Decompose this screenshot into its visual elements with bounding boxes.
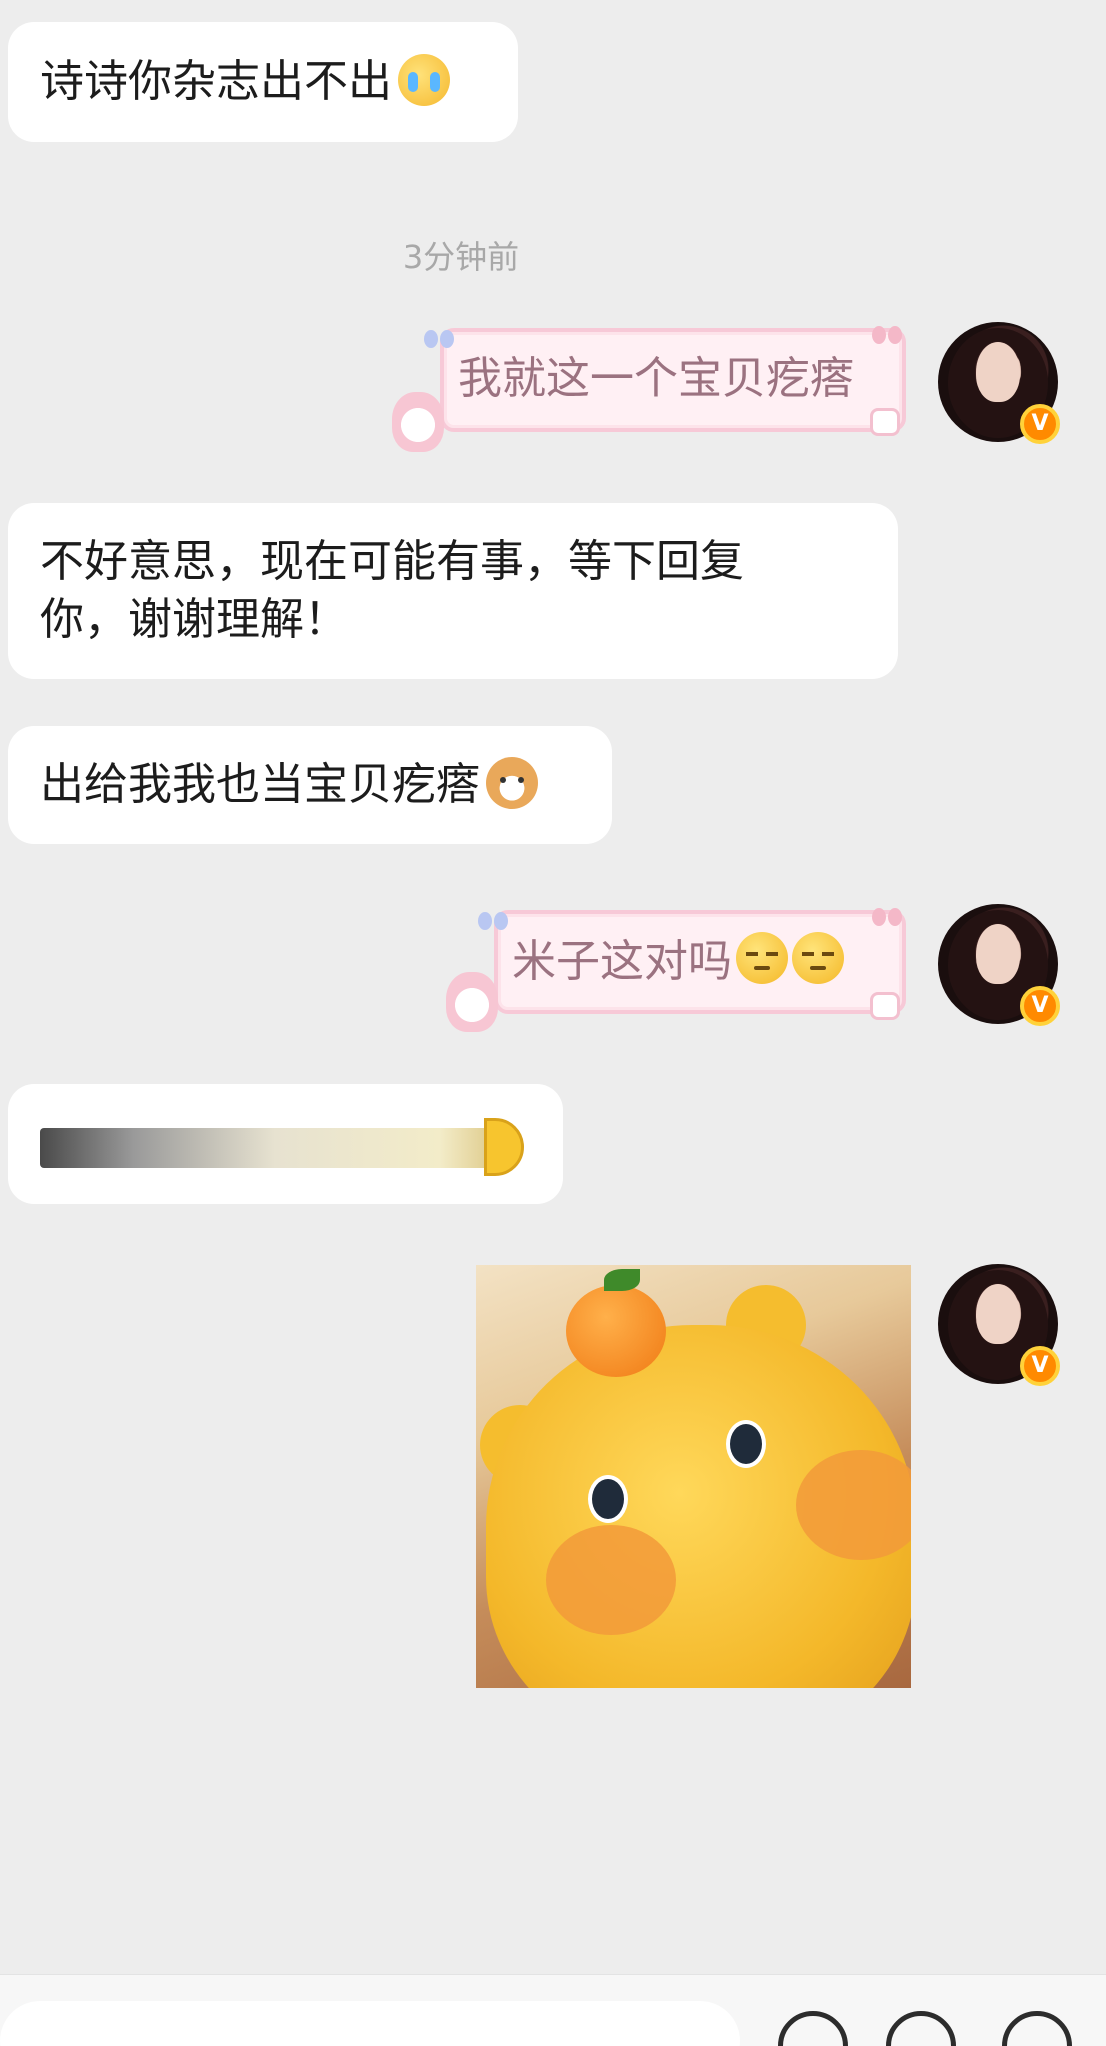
avatar[interactable]: V bbox=[938, 1264, 1060, 1386]
plus-icon[interactable] bbox=[1002, 2011, 1072, 2046]
avatar-face bbox=[976, 924, 1020, 984]
message-bubble-outgoing[interactable]: 米子这对吗 bbox=[494, 910, 906, 1014]
bow-decoration-icon bbox=[872, 908, 902, 928]
input-bar bbox=[0, 1974, 1106, 2046]
orange-icon bbox=[566, 1285, 666, 1377]
message-text: 诗诗你杂志出不出 bbox=[40, 56, 392, 107]
message-bubble-outgoing[interactable]: 我就这一个宝贝疙瘩 bbox=[440, 328, 906, 432]
bow-decoration-icon bbox=[424, 330, 454, 350]
verified-badge-icon: V bbox=[1020, 1346, 1060, 1386]
melody-sticker-icon bbox=[446, 972, 498, 1032]
verified-badge-icon: V bbox=[1020, 986, 1060, 1026]
message-text: 我就这一个宝贝疙瘩 bbox=[458, 353, 854, 404]
melody-sticker-icon bbox=[392, 392, 444, 452]
bow-decoration-icon bbox=[478, 912, 508, 932]
bow-decoration-icon bbox=[872, 326, 902, 346]
smirking-face-icon bbox=[736, 932, 788, 984]
heart-decoration-icon bbox=[870, 992, 900, 1020]
dog-face-icon bbox=[486, 757, 538, 809]
emoji-icon[interactable] bbox=[778, 2011, 848, 2046]
leaf-icon bbox=[604, 1269, 640, 1291]
timestamp: 3分钟前 bbox=[402, 238, 520, 276]
message-input[interactable] bbox=[0, 2001, 740, 2046]
message-text: 米子这对吗 bbox=[512, 936, 732, 987]
message-bubble-incoming[interactable]: 不好意思，现在可能有事，等下回复 你，谢谢理解！ bbox=[8, 503, 898, 679]
smirking-face-icon bbox=[792, 932, 844, 984]
message-bubble-incoming[interactable]: 诗诗你杂志出不出 bbox=[8, 22, 518, 142]
message-bubble-incoming[interactable]: 出给我我也当宝贝疙瘩 bbox=[8, 726, 612, 844]
avatar[interactable]: V bbox=[938, 904, 1060, 1026]
avatar-face bbox=[976, 1284, 1020, 1344]
bear-eye bbox=[588, 1475, 628, 1523]
avatar[interactable]: V bbox=[938, 322, 1060, 444]
bear-eye bbox=[726, 1420, 766, 1468]
verified-badge-icon: V bbox=[1020, 404, 1060, 444]
message-text-line: 不好意思，现在可能有事，等下回复 bbox=[40, 536, 744, 587]
voice-waveform[interactable] bbox=[40, 1128, 510, 1168]
message-text: 出给我我也当宝贝疙瘩 bbox=[40, 759, 480, 810]
heart-decoration-icon bbox=[870, 408, 900, 436]
crying-face-icon bbox=[398, 54, 450, 106]
avatar-face bbox=[976, 342, 1020, 402]
message-text-line: 你，谢谢理解！ bbox=[40, 594, 348, 645]
sticker-icon[interactable] bbox=[886, 2011, 956, 2046]
bear-cheek bbox=[546, 1525, 676, 1635]
image-message[interactable] bbox=[476, 1265, 911, 1688]
